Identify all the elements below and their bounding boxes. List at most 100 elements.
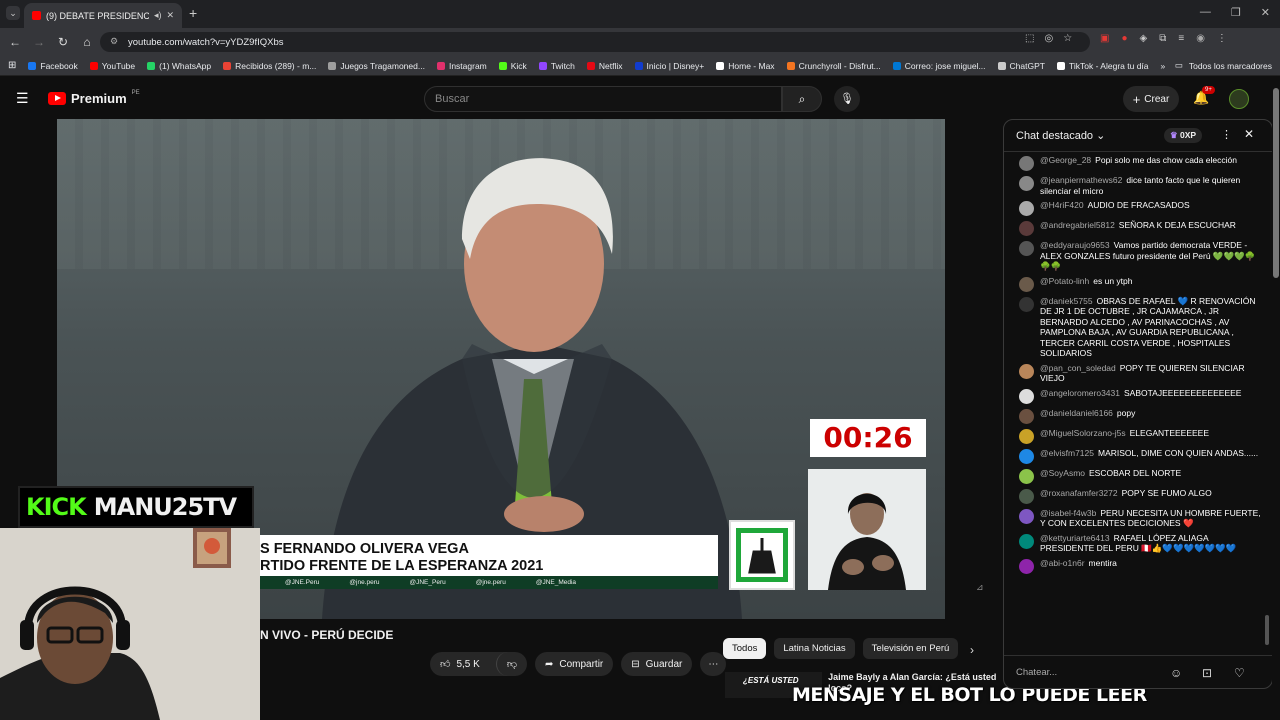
super-chat-icon[interactable]: ⊡: [1202, 666, 1212, 680]
restore-icon[interactable]: ❐: [1231, 6, 1241, 19]
chat-more-icon[interactable]: ⋮: [1221, 128, 1232, 141]
like-button[interactable]: 👍︎ 5,5 K: [430, 652, 490, 676]
heart-icon[interactable]: ♡: [1234, 666, 1245, 680]
chat-avatar[interactable]: [1019, 221, 1034, 236]
chat-avatar[interactable]: [1019, 276, 1034, 292]
install-icon[interactable]: ⬚: [1025, 33, 1034, 44]
chat-message[interactable]: @daniek5755 OBRAS DE RAFAEL 💙 R RENOVACIÓ…: [1004, 294, 1262, 361]
chat-message[interactable]: @danieldaniel6166 popy: [1004, 406, 1262, 426]
chat-message[interactable]: @MiguelSolorzano-j5s ELEGANTEEEEEEE: [1004, 426, 1262, 446]
site-info-icon[interactable]: ⚙: [110, 36, 118, 47]
back-icon[interactable]: ←: [3, 35, 27, 49]
bookmark-item[interactable]: ChatGPT: [992, 61, 1051, 71]
search-button[interactable]: ⌕: [782, 86, 822, 112]
filter-chip[interactable]: Televisión en Perú: [862, 638, 959, 659]
all-bookmarks-button[interactable]: ▭ Todos los marcadores: [1175, 60, 1272, 71]
dislike-button[interactable]: 👎︎: [495, 652, 527, 676]
bookmark-item[interactable]: (1) WhatsApp: [141, 61, 217, 71]
points-badge[interactable]: ♛ 0XP: [1164, 128, 1203, 143]
apps-grid-icon[interactable]: ⊞: [0, 60, 22, 71]
chat-author[interactable]: @andregabriel5812: [1040, 220, 1115, 230]
bookmark-item[interactable]: Home - Max: [710, 61, 780, 71]
create-button[interactable]: + Crear: [1123, 86, 1179, 112]
bookmark-item[interactable]: Correo: jose miguel...: [887, 61, 992, 71]
chat-author[interactable]: @Potato-linh: [1040, 276, 1089, 286]
chat-author[interactable]: @MiguelSolorzano-j5s: [1040, 428, 1126, 438]
speaker-icon[interactable]: ◂): [154, 10, 162, 21]
chat-avatar[interactable]: [1019, 296, 1034, 312]
bookmarks-overflow-button[interactable]: »: [1155, 61, 1172, 71]
chat-author[interactable]: @danieldaniel6166: [1040, 408, 1113, 418]
bookmark-item[interactable]: Netflix: [581, 61, 629, 71]
chat-message[interactable]: @andregabriel5812 SEÑORA K DEJA ESCUCHAR: [1004, 218, 1262, 238]
chat-message[interactable]: @roxanafamfer3272 POPY SE FUMO ALGO: [1004, 486, 1262, 506]
reload-icon[interactable]: ↻: [51, 35, 75, 49]
bookmark-item[interactable]: Facebook: [22, 61, 83, 71]
page-scrollbar[interactable]: [1272, 80, 1280, 720]
chat-avatar[interactable]: [1019, 533, 1034, 549]
bookmark-item[interactable]: TikTok - Alegra tu día: [1051, 61, 1155, 71]
menu-icon[interactable]: ☰: [16, 90, 29, 107]
chat-avatar[interactable]: [1019, 488, 1034, 504]
chat-author[interactable]: @George_28: [1040, 155, 1091, 165]
save-button[interactable]: ⊟ Guardar: [621, 652, 693, 676]
chat-message[interactable]: @H4riF420 AUDIO DE FRACASADOS: [1004, 198, 1262, 218]
window-close-icon[interactable]: ✕: [1261, 6, 1270, 19]
bookmark-item[interactable]: Juegos Tragamoned...: [322, 61, 431, 71]
notifications-button[interactable]: 🔔 9+: [1193, 86, 1215, 106]
filter-chip[interactable]: Latina Noticias: [774, 638, 855, 659]
account-avatar[interactable]: [1229, 89, 1249, 109]
minimize-icon[interactable]: —: [1200, 6, 1211, 19]
chat-mode-dropdown[interactable]: Chat destacado ⌄: [1016, 129, 1105, 142]
home-icon[interactable]: ⌂: [75, 35, 99, 49]
chat-message[interactable]: @angeloromero3431 SABOTAJEEEEEEEEEEEEEE: [1004, 386, 1262, 406]
youtube-premium-logo[interactable]: Premium PE: [48, 90, 140, 106]
chat-author[interactable]: @H4riF420: [1040, 200, 1084, 210]
chat-avatar[interactable]: [1019, 448, 1034, 464]
bookmark-item[interactable]: Twitch: [533, 61, 581, 71]
chat-author[interactable]: @eddyaraujo9653: [1040, 240, 1110, 250]
chevron-right-icon[interactable]: ›: [970, 643, 974, 657]
chat-author[interactable]: @kettyuriarte6413: [1040, 533, 1110, 543]
chat-message[interactable]: @abi-o1n6r mentira: [1004, 556, 1262, 576]
chat-message[interactable]: @Potato-linh es un ytph: [1004, 274, 1262, 294]
chat-avatar[interactable]: [1019, 388, 1034, 404]
share-button[interactable]: ➦ Compartir: [534, 652, 614, 676]
emoji-icon[interactable]: ☺: [1170, 666, 1182, 680]
chat-author[interactable]: @abi-o1n6r: [1040, 558, 1085, 568]
tab-search-icon[interactable]: ⌄: [6, 6, 20, 20]
chat-avatar[interactable]: [1019, 408, 1034, 424]
tab-close-icon[interactable]: ✕: [166, 10, 174, 21]
extensions-puzzle-icon[interactable]: ⧉: [1159, 33, 1166, 44]
chat-author[interactable]: @daniek5755: [1040, 296, 1093, 306]
profile-icon[interactable]: ◉: [1196, 33, 1205, 44]
chat-avatar[interactable]: [1019, 241, 1034, 256]
chat-author[interactable]: @elvisfm7125: [1040, 448, 1094, 458]
bookmark-star-icon[interactable]: ☆: [1063, 33, 1072, 44]
chat-message[interactable]: @jeanpiermathews62 dice tanto facto que l…: [1004, 173, 1262, 198]
chat-message[interactable]: @George_28 Popi solo me das chow cada ele…: [1004, 153, 1262, 173]
voice-search-button[interactable]: 🎙: [834, 86, 860, 112]
browser-menu-icon[interactable]: ⋮: [1217, 33, 1227, 44]
chat-avatar[interactable]: [1019, 176, 1034, 191]
extension-icon[interactable]: ▣: [1100, 33, 1109, 44]
new-tab-icon[interactable]: +: [189, 5, 197, 21]
search-input[interactable]: Buscar: [424, 86, 782, 112]
chat-author[interactable]: @SoyAsmo: [1040, 468, 1085, 478]
chat-avatar[interactable]: [1019, 468, 1034, 484]
bookmark-item[interactable]: Crunchyroll - Disfrut...: [781, 61, 887, 71]
extension-icon[interactable]: ●: [1121, 33, 1127, 44]
chat-input[interactable]: Chatear... ☺ ⊡ ♡: [1004, 655, 1272, 688]
chat-author[interactable]: @isabel-f4w3b: [1040, 508, 1096, 518]
chat-message[interactable]: @eddyaraujo9653 Vamos partido democrata V…: [1004, 238, 1262, 274]
chat-avatar[interactable]: [1019, 201, 1034, 216]
tracking-icon[interactable]: ◎: [1044, 33, 1053, 44]
bookmark-item[interactable]: Recibidos (289) - m...: [217, 61, 322, 71]
forward-icon[interactable]: →: [27, 35, 51, 49]
chat-message[interactable]: @elvisfm7125 MARISOL, DIME CON QUIEN ANDA…: [1004, 446, 1262, 466]
chat-message[interactable]: @isabel-f4w3b PERU NECESITA UN HOMBRE FUE…: [1004, 506, 1262, 531]
browser-tab[interactable]: (9) DEBATE PRESIDENCIAL ◂) ✕: [24, 3, 182, 28]
chat-author[interactable]: @roxanafamfer3272: [1040, 488, 1118, 498]
chat-author[interactable]: @angeloromero3431: [1040, 388, 1120, 398]
chat-avatar[interactable]: [1019, 363, 1034, 379]
